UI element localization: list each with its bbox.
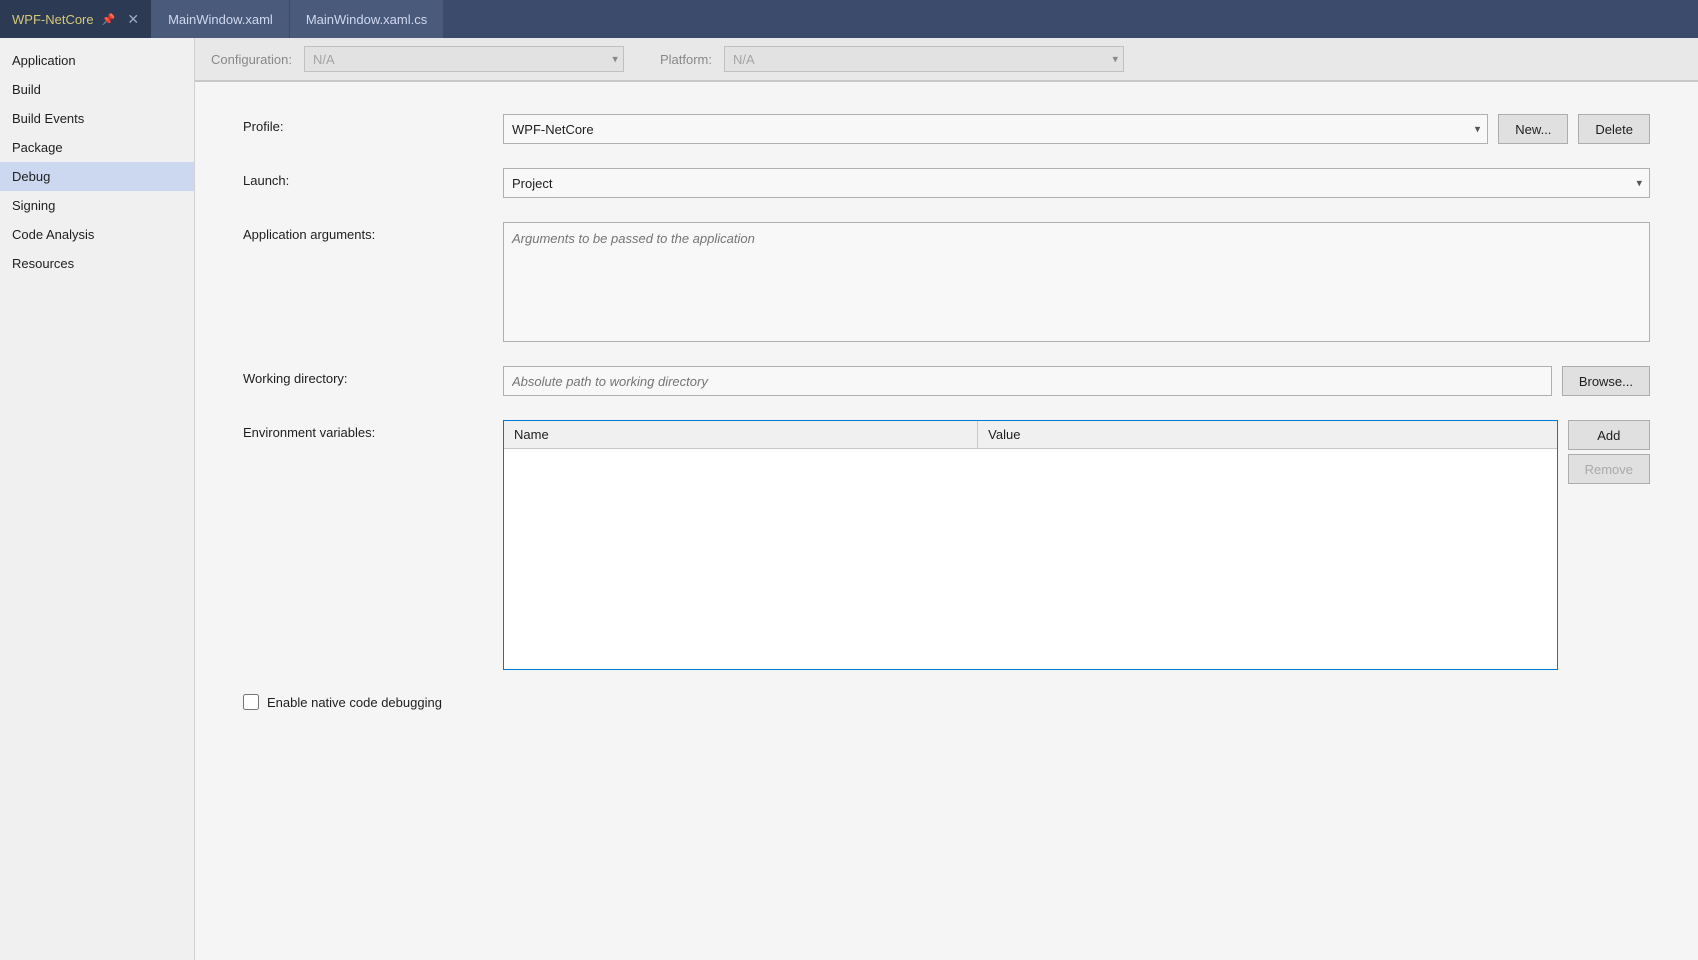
native-debug-checkbox[interactable] — [243, 694, 259, 710]
profile-select[interactable]: WPF-NetCore — [503, 114, 1488, 144]
profile-label: Profile: — [243, 114, 503, 134]
native-debug-row: Enable native code debugging — [243, 694, 1650, 710]
launch-select[interactable]: Project — [503, 168, 1650, 198]
sidebar-item-build-events[interactable]: Build Events — [0, 104, 194, 133]
launch-row: Launch: Project — [243, 168, 1650, 198]
app-args-textarea[interactable] — [503, 222, 1650, 342]
tab-bar: WPF-NetCore 📌 ✕ MainWindow.xaml MainWind… — [0, 0, 1698, 38]
env-table-header-row: Name Value — [504, 421, 1557, 449]
configuration-label: Configuration: — [211, 52, 292, 67]
platform-select[interactable]: N/A — [724, 46, 1124, 72]
add-button[interactable]: Add — [1568, 420, 1650, 450]
app-args-row: Application arguments: — [243, 222, 1650, 342]
tab-mainwindow-xaml-cs[interactable]: MainWindow.xaml.cs — [290, 0, 444, 38]
close-project-tab-icon[interactable]: ✕ — [127, 11, 139, 28]
env-side-buttons: Add Remove — [1568, 420, 1650, 484]
env-col-name: Name — [504, 421, 978, 449]
main-layout: Application Build Build Events Package D… — [0, 38, 1698, 960]
env-table: Name Value — [504, 421, 1557, 669]
profile-row: Profile: WPF-NetCore New... Delete — [243, 114, 1650, 144]
launch-select-wrapper: Project — [503, 168, 1650, 198]
sidebar-item-package[interactable]: Package — [0, 133, 194, 162]
env-table-head: Name Value — [504, 421, 1557, 449]
toolbar: Configuration: N/A Platform: N/A — [195, 38, 1698, 81]
sidebar: Application Build Build Events Package D… — [0, 38, 195, 960]
pin-icon: 📌 — [102, 13, 116, 26]
sidebar-item-build[interactable]: Build — [0, 75, 194, 104]
delete-button[interactable]: Delete — [1578, 114, 1650, 144]
working-dir-label: Working directory: — [243, 366, 503, 386]
configuration-select-wrapper: N/A — [304, 46, 624, 72]
sidebar-item-resources[interactable]: Resources — [0, 249, 194, 278]
app-args-label: Application arguments: — [243, 222, 503, 242]
remove-button[interactable]: Remove — [1568, 454, 1650, 484]
sidebar-item-signing[interactable]: Signing — [0, 191, 194, 220]
platform-select-wrapper: N/A — [724, 46, 1124, 72]
form-area: Profile: WPF-NetCore New... Delete Launc… — [195, 82, 1698, 960]
app-args-control-area — [503, 222, 1650, 342]
tab-mainwindow-xaml[interactable]: MainWindow.xaml — [152, 0, 290, 38]
project-tab: WPF-NetCore 📌 ✕ — [0, 0, 152, 38]
working-dir-row: Working directory: Browse... — [243, 366, 1650, 396]
profile-control-area: WPF-NetCore New... Delete — [503, 114, 1650, 144]
native-debug-label[interactable]: Enable native code debugging — [267, 695, 442, 710]
content-area: Configuration: N/A Platform: N/A Profile… — [195, 38, 1698, 960]
working-dir-input[interactable] — [503, 366, 1552, 396]
launch-label: Launch: — [243, 168, 503, 188]
env-vars-row: Environment variables: Name Value — [243, 420, 1650, 670]
sidebar-item-debug[interactable]: Debug — [0, 162, 194, 191]
launch-control-area: Project — [503, 168, 1650, 198]
new-button[interactable]: New... — [1498, 114, 1568, 144]
profile-select-wrapper: WPF-NetCore — [503, 114, 1488, 144]
platform-label: Platform: — [660, 52, 712, 67]
working-dir-control-area: Browse... — [503, 366, 1650, 396]
env-col-value: Value — [978, 421, 1557, 449]
configuration-select[interactable]: N/A — [304, 46, 624, 72]
env-vars-label: Environment variables: — [243, 420, 503, 440]
env-table-wrapper: Name Value — [503, 420, 1558, 670]
env-table-body[interactable] — [504, 449, 978, 669]
browse-button[interactable]: Browse... — [1562, 366, 1650, 396]
env-vars-control-area: Name Value Add Remove — [503, 420, 1650, 670]
project-tab-label: WPF-NetCore — [12, 12, 94, 27]
sidebar-item-application[interactable]: Application — [0, 46, 194, 75]
sidebar-item-code-analysis[interactable]: Code Analysis — [0, 220, 194, 249]
